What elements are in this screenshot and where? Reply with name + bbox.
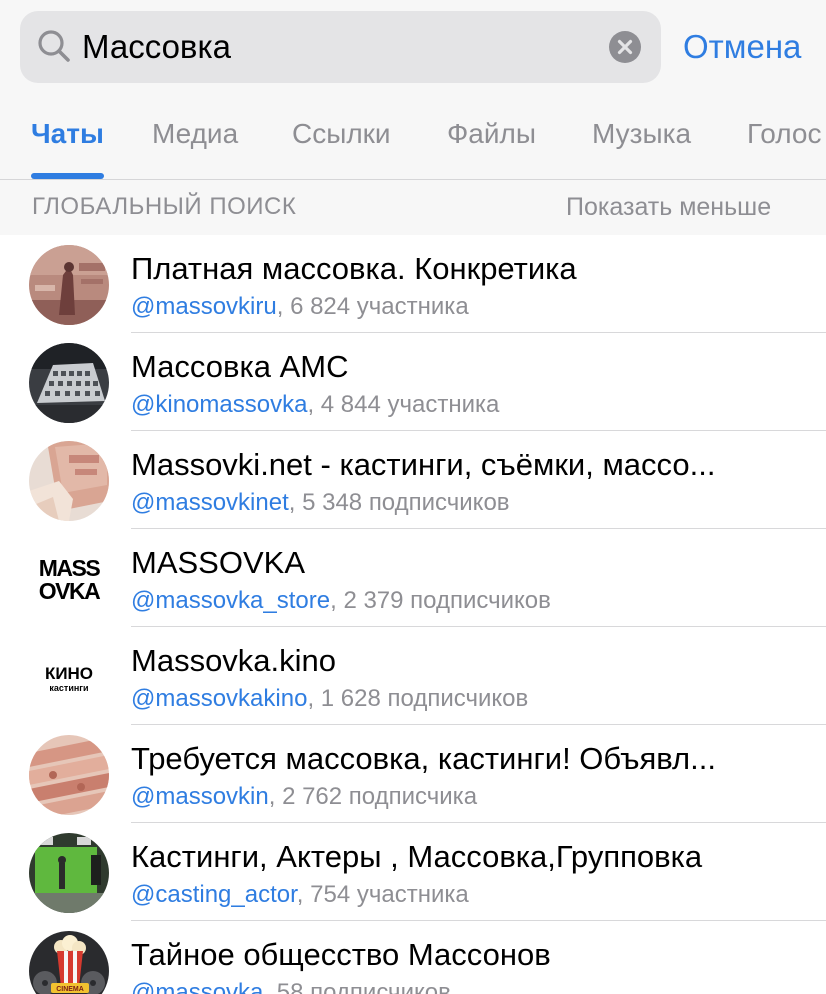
greenscreen-studio-avatar (29, 833, 109, 913)
banknotes-avatar (29, 735, 109, 815)
search-filter-tabs: Чаты Медиа Ссылки Файлы Музыка Голос (0, 110, 826, 180)
global-search-results: Платная массовка. Конкретика @massovkiru… (0, 235, 826, 994)
result-handle[interactable]: @massovka (131, 979, 263, 994)
result-subtitle: @massovkiru, 6 824 участника (131, 290, 811, 324)
result-subtitle: @massovkin, 2 762 подписчика (131, 780, 811, 814)
result-handle[interactable]: @massovkin (131, 783, 269, 810)
cinema-popcorn-avatar: CINEMA (29, 931, 109, 994)
tab-files[interactable]: Файлы (447, 110, 536, 158)
result-title: Тайное общесство Массонов (131, 937, 551, 972)
result-member-count: , 6 824 участника (276, 293, 469, 320)
result-handle[interactable]: @massovkinet (131, 489, 289, 516)
result-handle[interactable]: @massovkakino (131, 685, 307, 712)
svg-text:КИНО: КИНО (45, 664, 93, 683)
result-title: MASSOVKA (131, 545, 305, 580)
svg-text:CINEMA: CINEMA (56, 986, 84, 993)
svg-text:OVKA: OVKA (39, 578, 100, 604)
result-subtitle: @casting_actor, 754 участника (131, 878, 811, 912)
result-handle[interactable]: @massovkiru (131, 293, 277, 320)
result-member-count: , 4 844 участника (307, 391, 500, 418)
tabs-divider (0, 179, 826, 180)
tab-voice[interactable]: Голос (747, 110, 821, 158)
result-row[interactable]: MASS OVKA MASSOVKA @massovka_store, 2 37… (0, 529, 826, 627)
result-title: Платная массовка. Конкретика (131, 251, 577, 286)
search-input[interactable]: Массовка (82, 11, 592, 83)
result-row[interactable]: Платная массовка. Конкретика @massovkiru… (0, 235, 826, 333)
result-subtitle: @massovkinet, 5 348 подписчиков (131, 486, 811, 520)
banknote-avatar (29, 245, 109, 325)
result-title: Massovka.kino (131, 643, 337, 678)
result-member-count: , 2 379 подписчиков (330, 587, 551, 614)
result-row[interactable]: Требуется массовка, кастинги! Объявл... … (0, 725, 826, 823)
massovka-logo-avatar: MASS OVKA (29, 539, 109, 619)
show-less-button[interactable]: Показать меньше (566, 192, 771, 222)
result-member-count: , 2 762 подписчика (268, 783, 478, 810)
kino-logo-avatar: КИНО кастинги (29, 637, 109, 717)
result-handle[interactable]: @casting_actor (131, 881, 297, 908)
cancel-button[interactable]: Отмена (683, 24, 801, 70)
result-member-count: , 1 628 подписчиков (307, 685, 529, 712)
svg-text:кастинги: кастинги (49, 683, 88, 693)
result-row[interactable]: CINEMA Тайное общесство Массонов @massov… (0, 921, 826, 994)
result-title: Кастинги, Актеры , Массовка,Групповка (131, 839, 703, 874)
result-member-count: , 754 участника (296, 881, 469, 908)
result-row[interactable]: Массовка АМС @kinomassovka, 4 844 участн… (0, 333, 826, 431)
result-subtitle: @massovka, 58 подписчиков (131, 976, 811, 994)
banknote-hand-avatar (29, 441, 109, 521)
crowd-photo-avatar (29, 343, 109, 423)
result-handle[interactable]: @kinomassovka (131, 391, 307, 418)
result-handle[interactable]: @massovka_store (131, 587, 330, 614)
tab-media[interactable]: Медиа (152, 110, 238, 158)
section-title: ГЛОБАЛЬНЫЙ ПОИСК (32, 193, 297, 220)
result-subtitle: @massovka_store, 2 379 подписчиков (131, 584, 811, 618)
result-subtitle: @kinomassovka, 4 844 участника (131, 388, 811, 422)
search-icon (38, 30, 70, 62)
result-member-count: , 5 348 подписчиков (288, 489, 510, 516)
result-title: Массовка АМС (131, 349, 349, 384)
result-row[interactable]: Massovki.net - кастинги, съёмки, массо..… (0, 431, 826, 529)
tab-music[interactable]: Музыка (592, 110, 691, 158)
result-title: Требуется массовка, кастинги! Объявл... (131, 741, 716, 776)
tab-links[interactable]: Ссылки (292, 110, 391, 158)
result-member-count: , 58 подписчиков (263, 979, 451, 994)
result-subtitle: @massovkakino, 1 628 подписчиков (131, 682, 811, 716)
tab-chats[interactable]: Чаты (31, 110, 104, 158)
result-title: Massovki.net - кастинги, съёмки, массо..… (131, 447, 716, 482)
result-row[interactable]: Кастинги, Актеры , Массовка,Групповка @c… (0, 823, 826, 921)
clear-search-icon[interactable] (609, 31, 641, 63)
result-row[interactable]: КИНО кастинги Massovka.kino @massovkakin… (0, 627, 826, 725)
